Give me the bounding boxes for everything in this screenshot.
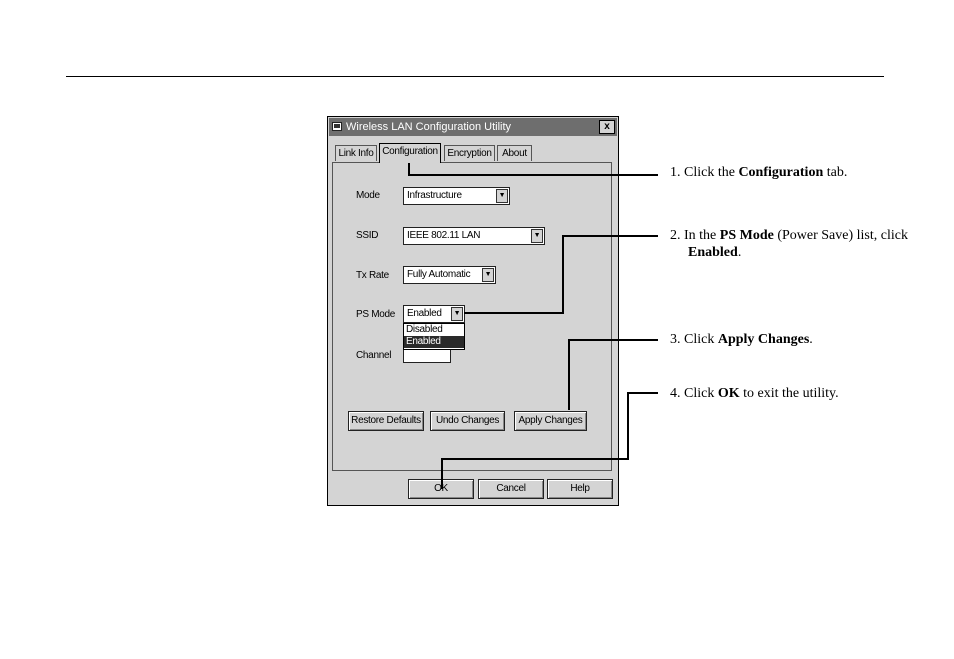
step-1: 1. Click the Configuration tab.	[670, 165, 848, 180]
callout-line-2	[464, 235, 658, 314]
ps-mode-option-disabled[interactable]: Disabled	[404, 324, 464, 336]
ps-mode-option-enabled[interactable]: Enabled	[404, 336, 464, 348]
tab-configuration[interactable]: Configuration	[379, 143, 441, 163]
callout-lines	[408, 148, 658, 489]
step-2: 2. In the PS Mode (Power Save) list, cli…	[670, 228, 908, 260]
callout-line-1	[408, 148, 658, 176]
ps-mode-dropdown-list: Disabled Enabled	[403, 323, 465, 350]
step-4: 4. Click OK to exit the utility.	[670, 386, 839, 401]
callout-line-3	[568, 339, 658, 410]
step-3: 3. Click Apply Changes.	[670, 332, 813, 347]
callout-line-4	[441, 392, 658, 489]
